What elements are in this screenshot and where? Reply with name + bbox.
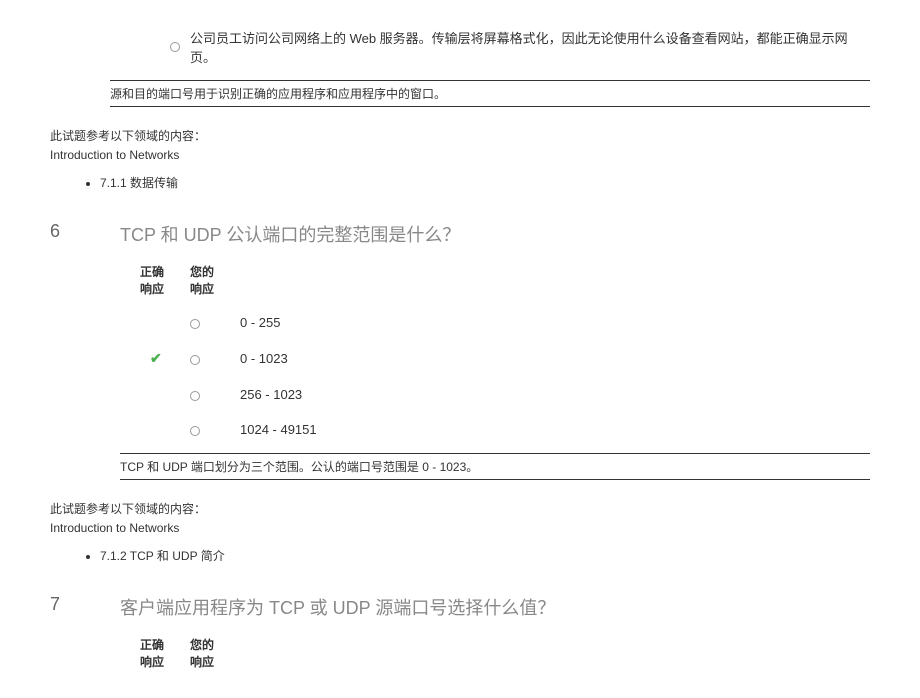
radio-icon[interactable] [190, 355, 200, 365]
radio-icon[interactable] [190, 426, 200, 436]
option-row-2: 256 - 1023 [140, 377, 870, 412]
question-number: 7 [50, 594, 120, 678]
prev-explanation-text: 源和目的端口号用于识别正确的应用程序和应用程序中的窗口。 [110, 87, 446, 101]
option-row-1: ✔ 0 - 1023 [140, 340, 870, 377]
reference-section-2: 此试题参考以下领域的内容： Introduction to Networks 7… [50, 500, 870, 564]
explanation-box: TCP 和 UDP 端口划分为三个范围。公认的端口号范围是 0 - 1023。 [120, 453, 870, 480]
reference-module: Introduction to Networks [50, 148, 870, 162]
radio-icon[interactable] [190, 319, 200, 329]
option-row-0: 0 - 255 [140, 305, 870, 340]
header-your: 您的 [190, 263, 240, 280]
options-container: 0 - 255 ✔ 0 - 1023 256 - 1023 1024 - 491… [140, 305, 870, 447]
reference-section-1: 此试题参考以下领域的内容： Introduction to Networks 7… [50, 127, 870, 191]
header-correct: 正确 [140, 636, 190, 653]
option-text: 0 - 255 [240, 315, 870, 330]
option-text: 0 - 1023 [240, 351, 870, 366]
option-text: 1024 - 49151 [240, 422, 870, 437]
topic-item: 7.1.2 TCP 和 UDP 简介 [100, 547, 870, 564]
question-title: 客户端应用程序为 TCP 或 UDP 源端口号选择什么值？ [120, 594, 870, 620]
option-row-3: 1024 - 49151 [140, 412, 870, 447]
reference-label: 此试题参考以下领域的内容： [50, 500, 870, 517]
header-your: 您的 [190, 636, 240, 653]
topic-item: 7.1.1 数据传输 [100, 174, 870, 191]
reference-module: Introduction to Networks [50, 521, 870, 535]
header-response2: 响应 [190, 280, 240, 297]
radio-icon[interactable] [190, 391, 200, 401]
check-icon: ✔ [150, 350, 162, 366]
prev-option-text: 公司员工访问公司网络上的 Web 服务器。传输层将屏幕格式化，因此无论使用什么设… [190, 28, 870, 66]
question-content: TCP 和 UDP 公认端口的完整范围是什么？ 正确 响应 您的 响应 0 - … [120, 221, 870, 480]
answer-header: 正确 响应 您的 响应 [140, 636, 870, 670]
prev-question-tail: 公司员工访问公司网络上的 Web 服务器。传输层将屏幕格式化，因此无论使用什么设… [50, 20, 870, 107]
question-number: 6 [50, 221, 120, 480]
header-response1: 响应 [140, 280, 190, 297]
topic-list: 7.1.1 数据传输 [100, 174, 870, 191]
question-7-block: 7 客户端应用程序为 TCP 或 UDP 源端口号选择什么值？ 正确 响应 您的… [50, 594, 870, 678]
reference-label: 此试题参考以下领域的内容： [50, 127, 870, 144]
prev-option-row: 公司员工访问公司网络上的 Web 服务器。传输层将屏幕格式化，因此无论使用什么设… [170, 20, 870, 74]
question-6-block: 6 TCP 和 UDP 公认端口的完整范围是什么？ 正确 响应 您的 响应 0 … [50, 221, 870, 480]
header-correct: 正确 [140, 263, 190, 280]
prev-explanation-box: 源和目的端口号用于识别正确的应用程序和应用程序中的窗口。 [110, 80, 870, 107]
radio-icon[interactable] [170, 42, 180, 52]
answer-header: 正确 响应 您的 响应 [140, 263, 870, 297]
header-response2: 响应 [190, 653, 240, 670]
question-title: TCP 和 UDP 公认端口的完整范围是什么？ [120, 221, 870, 247]
correct-indicator: ✔ [140, 350, 190, 367]
option-text: 256 - 1023 [240, 387, 870, 402]
explanation-text: TCP 和 UDP 端口划分为三个范围。公认的端口号范围是 0 - 1023。 [120, 460, 478, 474]
question-content: 客户端应用程序为 TCP 或 UDP 源端口号选择什么值？ 正确 响应 您的 响… [120, 594, 870, 678]
header-response1: 响应 [140, 653, 190, 670]
topic-list: 7.1.2 TCP 和 UDP 简介 [100, 547, 870, 564]
